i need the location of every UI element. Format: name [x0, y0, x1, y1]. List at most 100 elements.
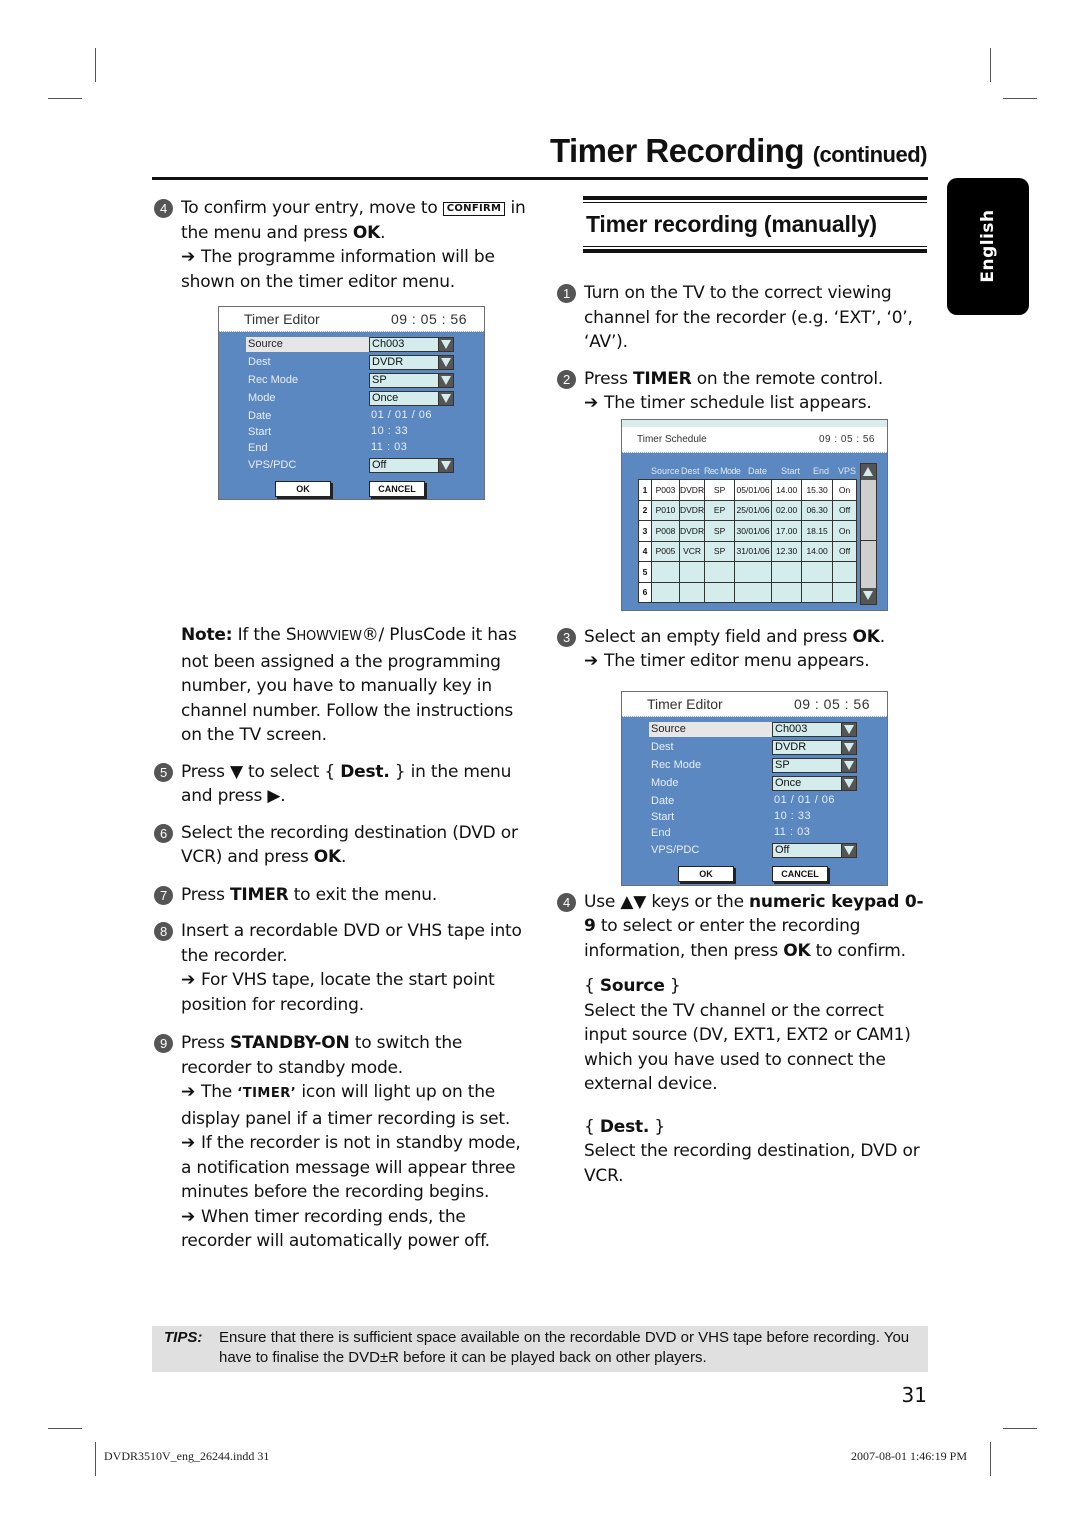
menu-title: Timer Schedule: [637, 434, 707, 445]
step-number: 4: [154, 199, 173, 218]
footer-filename: DVDR3510V_eng_26244.indd 31: [104, 1449, 270, 1463]
ok-button[interactable]: OK: [275, 481, 331, 497]
schedule-cell: On: [832, 479, 858, 501]
dropdown-arrow-icon[interactable]: [438, 391, 454, 406]
crop-mark: [1003, 98, 1037, 99]
field-label: Dest: [651, 741, 674, 753]
schedule-row[interactable]: 3 P008 DVDR SP 30/01/06 17.00 18.15 On: [638, 520, 858, 542]
schedule-row[interactable]: 2 P010 DVDR EP 25/01/06 02.00 06.30 Off: [638, 499, 858, 521]
menu-title: Timer Editor: [647, 696, 723, 712]
ok-button[interactable]: OK: [678, 866, 734, 882]
page-number: 31: [901, 1383, 927, 1407]
field-label: Date: [651, 795, 675, 807]
source-option: { Source } Select the TV channel or the …: [584, 976, 911, 1094]
row-number: 5: [638, 561, 652, 583]
crop-mark: [95, 1442, 96, 1476]
schedule-cell: [651, 581, 680, 603]
timer-editor-menu: Timer Editor 09 : 05 : 56 Source Ch003 Dest D…: [621, 691, 888, 886]
schedule-row[interactable]: 6: [638, 581, 858, 603]
step-4-confirm: 4 To confirm your entry, move to CONFIRM…: [152, 196, 532, 294]
column-header: Date: [748, 466, 768, 476]
row-number: 1: [638, 479, 652, 501]
schedule-cell: P008: [651, 520, 680, 542]
field-value[interactable]: Once: [772, 776, 841, 791]
field-value[interactable]: SP: [369, 373, 438, 388]
row-number: 6: [638, 581, 652, 603]
schedule-cell: [771, 581, 803, 603]
field-value[interactable]: DVDR: [772, 740, 841, 755]
schedule-cell: 06.30: [801, 499, 834, 521]
field-value[interactable]: Once: [369, 391, 438, 406]
field-value[interactable]: 11 : 03: [772, 826, 841, 841]
field-value[interactable]: 10 : 33: [369, 425, 438, 440]
schedule-cell: [832, 561, 858, 583]
schedule-cell: Off: [832, 540, 858, 562]
scroll-down-icon[interactable]: [861, 588, 876, 604]
schedule-row[interactable]: 1 P003 DVDR SP 05/01/06 14.00 15.30 On: [638, 479, 858, 501]
schedule-cell: [734, 581, 773, 603]
schedule-cell: SP: [704, 479, 736, 501]
schedule-cell: DVDR: [678, 479, 706, 501]
dropdown-arrow-icon[interactable]: [841, 740, 857, 755]
dropdown-arrow-icon[interactable]: [438, 373, 454, 388]
dest-option: { Dest. } Select the recording destinati…: [584, 1116, 920, 1186]
schedule-table: 1 P003 DVDR SP 05/01/06 14.00 15.30 On 2 P010 DVDR…: [638, 479, 858, 603]
arrow-icon: ➔: [181, 1082, 196, 1102]
field-value[interactable]: 01 / 01 / 06: [369, 409, 438, 424]
schedule-cell: [734, 561, 773, 583]
step-3: 3 Select an empty field and press OK. ➔ T…: [555, 625, 927, 674]
schedule-cell: [651, 561, 680, 583]
schedule-row[interactable]: 5: [638, 561, 858, 583]
scroll-up-icon[interactable]: [861, 464, 876, 480]
dropdown-arrow-icon[interactable]: [438, 355, 454, 370]
menu-header: Timer Schedule 09 : 05 : 56: [622, 420, 887, 453]
cancel-button[interactable]: CANCEL: [772, 866, 828, 882]
schedule-row[interactable]: 4 P005 VCR SP 31/01/06 12.30 14.00 Off: [638, 540, 858, 562]
schedule-cell: [704, 561, 736, 583]
timer-editor-menu: Timer Editor 09 : 05 : 56 Source Ch003 Dest D…: [218, 306, 485, 500]
crop-mark: [990, 1442, 991, 1476]
arrow-icon: ➔: [181, 247, 196, 267]
dropdown-arrow-icon[interactable]: [841, 758, 857, 773]
field-label: Source: [649, 722, 772, 737]
field-value[interactable]: Off: [369, 458, 438, 473]
column-header: VPS: [838, 466, 857, 476]
schedule-cell: 25/01/06: [734, 499, 773, 521]
scrollbar[interactable]: [860, 463, 877, 605]
dropdown-arrow-icon[interactable]: [438, 337, 454, 352]
field-value[interactable]: Ch003: [369, 337, 438, 352]
field-value[interactable]: Ch003: [772, 722, 841, 737]
field-value[interactable]: 11 : 03: [369, 441, 438, 456]
divider: [583, 196, 927, 200]
dropdown-arrow-icon[interactable]: [841, 722, 857, 737]
field-value[interactable]: 01 / 01 / 06: [772, 794, 841, 809]
column-header: Rec Mode: [704, 466, 741, 476]
dropdown-arrow-icon[interactable]: [841, 776, 857, 791]
field-value[interactable]: Off: [772, 843, 841, 858]
crop-mark: [48, 98, 82, 99]
menu-header: Timer Editor 09 : 05 : 56: [622, 692, 887, 717]
page-subtitle: (continued): [812, 142, 928, 167]
field-label: Rec Mode: [248, 374, 299, 386]
schedule-cell: VCR: [678, 540, 706, 562]
scroll-divider: [861, 540, 876, 541]
field-value[interactable]: DVDR: [369, 355, 438, 370]
tips-box: TIPS: Ensure that there is sufficient sp…: [152, 1326, 928, 1372]
schedule-cell: DVDR: [678, 499, 706, 521]
field-value[interactable]: 10 : 33: [772, 810, 841, 825]
schedule-cell: Off: [832, 499, 858, 521]
schedule-cell: [771, 561, 803, 583]
crop-mark: [48, 1428, 82, 1429]
dropdown-arrow-icon[interactable]: [841, 843, 857, 858]
step-6: 6 Select the recording destination (DVD …: [152, 821, 532, 870]
arrow-icon: ➔: [181, 1133, 196, 1153]
step-number: 4: [557, 892, 576, 912]
schedule-cell: [704, 581, 736, 603]
schedule-cell: P010: [651, 499, 680, 521]
field-value[interactable]: SP: [772, 758, 841, 773]
cancel-button[interactable]: CANCEL: [369, 481, 425, 497]
field-label: Mode: [248, 392, 276, 404]
field-label: Start: [248, 426, 272, 438]
dropdown-arrow-icon[interactable]: [438, 458, 454, 473]
schedule-cell: 15.30: [801, 479, 834, 501]
